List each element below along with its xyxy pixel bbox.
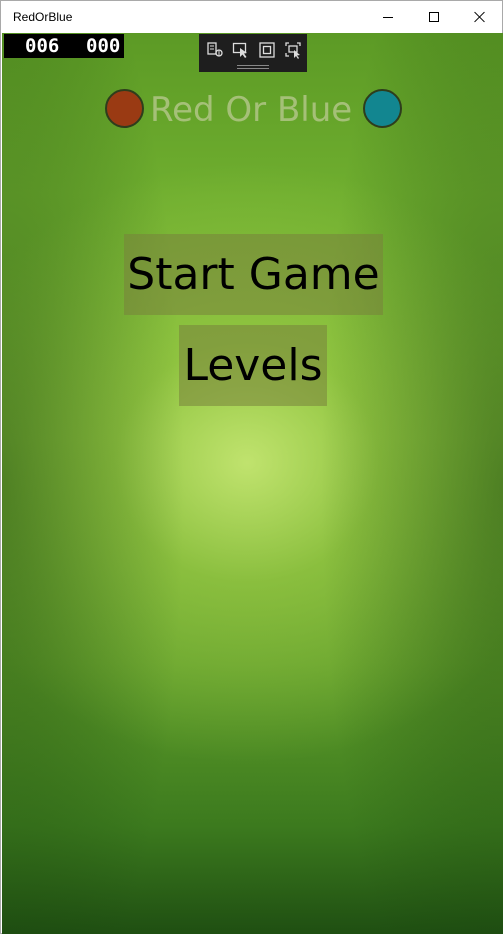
start-game-button[interactable]: Start Game (124, 234, 383, 315)
close-icon (474, 11, 486, 23)
minimize-icon (383, 16, 393, 18)
close-button[interactable] (457, 1, 503, 33)
game-logo: Red Or Blue (105, 89, 405, 130)
red-dot-icon (105, 89, 144, 128)
counter-left-value: 006 (25, 35, 60, 57)
maximize-icon (429, 12, 439, 22)
logo-title: Red Or Blue (150, 90, 353, 130)
counter-right-value: 000 (86, 35, 121, 57)
blue-dot-icon (363, 89, 402, 128)
minimize-button[interactable] (365, 1, 411, 33)
toolbar-drag-grip[interactable] (237, 65, 269, 69)
frame-rate-counter: 006 000 (4, 34, 124, 58)
maximize-button[interactable] (411, 1, 457, 33)
app-window: RedOrBlue 006 000 Red Or Blue Start Game… (0, 0, 503, 934)
title-bar[interactable]: RedOrBlue (1, 1, 502, 33)
debug-toolbar (199, 34, 307, 72)
levels-button[interactable]: Levels (179, 325, 327, 406)
select-element-icon[interactable] (231, 41, 251, 59)
display-layout-adorners-icon[interactable] (257, 41, 277, 59)
window-title: RedOrBlue (13, 10, 73, 24)
game-canvas: 006 000 Red Or Blue Start Game Levels (2, 33, 503, 934)
live-visual-tree-icon[interactable] (205, 41, 225, 59)
track-focus-icon[interactable] (283, 41, 303, 59)
